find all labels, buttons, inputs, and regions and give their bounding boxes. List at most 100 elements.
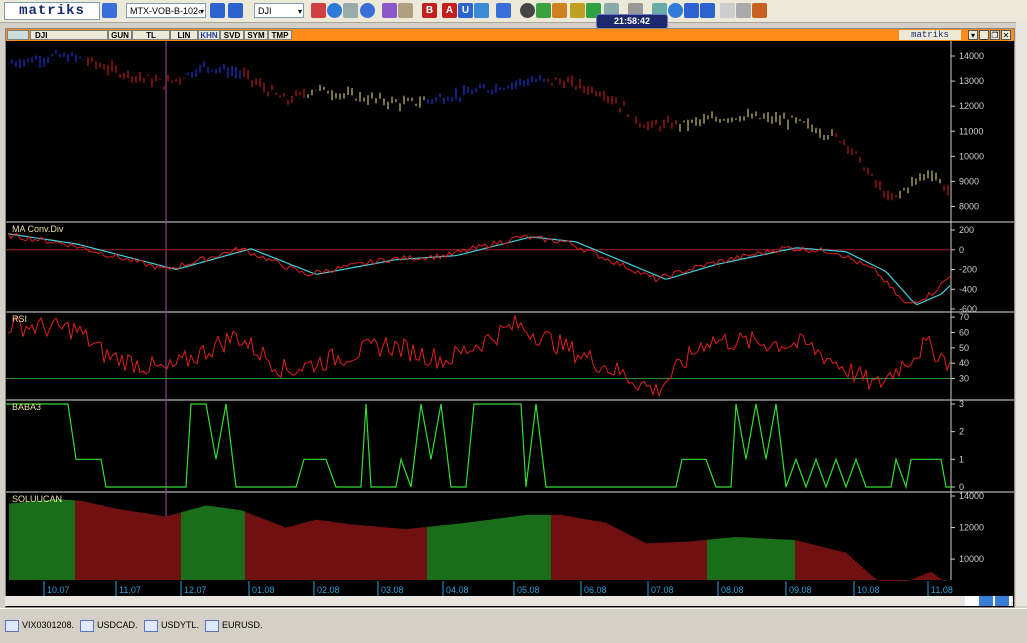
y-tick-label: 12000 [959, 101, 984, 111]
alarm-icon[interactable] [752, 3, 767, 18]
save-icon[interactable] [102, 3, 117, 18]
cascade-icon[interactable] [700, 3, 715, 18]
tab-tmp[interactable]: TMP [268, 30, 292, 40]
x-tick-label: 10.08 [857, 585, 880, 595]
x-tick-label: 04.08 [446, 585, 469, 595]
info-icon[interactable] [228, 3, 243, 18]
y-tick-label: 14000 [959, 491, 984, 501]
matriks-logo: matriks [4, 2, 100, 20]
y-tick-label: 10000 [959, 151, 984, 161]
person-icon[interactable] [536, 3, 551, 18]
tab-svd[interactable]: SVD [220, 30, 244, 40]
news-icon[interactable] [343, 3, 358, 18]
y-tick-label: 1 [959, 454, 964, 464]
bottom-tab-usdytl[interactable]: USDYTL. [144, 617, 199, 633]
x-tick-label: 11.07 [119, 585, 141, 595]
move-icon[interactable] [474, 3, 489, 18]
symbol-tab[interactable]: DJI [30, 30, 108, 40]
x-tick-label: 12.07 [184, 585, 207, 595]
y-tick-label: 2 [959, 427, 964, 437]
scroll-nav-buttons[interactable] [965, 596, 1011, 606]
eye-icon[interactable] [520, 3, 535, 18]
y-tick-label: 12000 [959, 523, 984, 533]
y-tick-label: 3 [959, 399, 964, 409]
tab-sym[interactable]: SYM [244, 30, 268, 40]
panel-label: RSI [12, 314, 27, 324]
chart-icon [144, 619, 158, 632]
y-tick-label: 13000 [959, 76, 984, 86]
chart-icon[interactable] [311, 3, 326, 18]
window-icon[interactable] [210, 3, 225, 18]
scroll-left-icon[interactable] [979, 596, 993, 606]
tab-khn[interactable]: KHN [198, 30, 220, 40]
restore-icon[interactable]: ❐ [990, 30, 1000, 40]
underline-icon[interactable]: U [458, 3, 473, 18]
bottom-tab-eurusd[interactable]: EURUSD. [205, 617, 263, 633]
print-preview-icon[interactable] [720, 3, 735, 18]
print-icon[interactable] [736, 3, 751, 18]
gift-icon[interactable] [552, 3, 567, 18]
x-tick-label: 01.08 [252, 585, 275, 595]
y-tick-label: -400 [959, 284, 977, 294]
bottom-tab-vix[interactable]: VIX0301208. [5, 617, 74, 633]
y-tick-label: 200 [959, 225, 974, 235]
bottom-tab-label: VIX0301208. [22, 620, 75, 630]
x-tick-label: 09.08 [789, 585, 812, 595]
x-tick-label: 02.08 [317, 585, 340, 595]
y-tick-label: 50 [959, 343, 969, 353]
y-tick-label: 60 [959, 327, 969, 337]
x-tick-label: 07.08 [651, 585, 674, 595]
chart-icon [205, 619, 219, 632]
refresh-icon[interactable] [668, 3, 683, 18]
horizontal-scrollbar[interactable] [5, 596, 1013, 606]
minimize-icon[interactable]: _ [979, 30, 989, 40]
x-tick-label: 03.08 [381, 585, 404, 595]
workspace-value: MTX-VOB-B-102‹ [130, 6, 202, 16]
symbol-value: DJI [258, 6, 272, 16]
text-a-icon[interactable]: A [442, 3, 457, 18]
bottom-tab-usdcad[interactable]: USDCAD. [80, 617, 138, 633]
chart-icon [80, 619, 94, 632]
brand-label: matriks [899, 30, 961, 40]
tab-tl[interactable]: TL [132, 30, 170, 40]
x-tick-label: 06.08 [584, 585, 607, 595]
grid-icon[interactable] [496, 3, 511, 18]
chart-window: DJI GUN TL LIN KHN SVD SYM TMP matriks ▾… [5, 28, 1015, 608]
baba3-line [6, 403, 951, 490]
panel-label: MA Conv.Div [12, 224, 64, 234]
y-tick-label: 10000 [959, 554, 984, 564]
chevron-down-icon: ▾ [297, 7, 302, 16]
y-tick-label: 9000 [959, 176, 979, 186]
y-tick-label: 8000 [959, 201, 979, 211]
y-tick-label: 11000 [959, 126, 983, 136]
drawing-icon[interactable] [398, 3, 413, 18]
close-icon[interactable]: ✕ [1001, 30, 1011, 40]
tab-gun[interactable]: GUN [108, 30, 132, 40]
scroll-right-icon[interactable] [995, 596, 1009, 606]
chart-canvas[interactable]: 14000 13000 12000 11000 10000 9000 8000 200 0 -20… [6, 41, 1014, 607]
y-tick-label: 30 [959, 374, 969, 384]
x-tick-label: 11.08 [931, 585, 953, 595]
x-tick-label: 08.08 [721, 585, 744, 595]
chart-type-icon[interactable] [7, 30, 29, 40]
analysis-icon[interactable] [382, 3, 397, 18]
bold-icon[interactable]: B [422, 3, 437, 18]
workspace-select[interactable]: MTX-VOB-B-102‹ ▾ [126, 3, 206, 18]
chart-tab-bar: DJI GUN TL LIN KHN SVD SYM TMP matriks ▾… [6, 29, 1014, 41]
tab-lin[interactable]: LIN [170, 30, 198, 40]
y-tick-label: 40 [959, 358, 969, 368]
y-tick-label: 70 [959, 312, 969, 322]
vertical-scrollbar[interactable] [1016, 22, 1027, 606]
symbol-select[interactable]: DJI ▾ [254, 3, 304, 18]
tile-icon[interactable] [684, 3, 699, 18]
globe-icon[interactable] [327, 3, 342, 18]
bell-icon[interactable] [570, 3, 585, 18]
bottom-tab-label: USDCAD. [97, 620, 138, 630]
clock-icon[interactable] [360, 3, 375, 18]
y-tick-label: 14000 [959, 51, 984, 61]
y-tick-label: 0 [959, 245, 964, 255]
main-toolbar: matriks MTX-VOB-B-102‹ ▾ DJI ▾ B A U 21:58… [0, 0, 1027, 29]
chevron-down-icon: ▾ [199, 7, 204, 16]
panel-label: BABA3 [12, 402, 41, 412]
menu-arrow-icon[interactable]: ▾ [968, 30, 978, 40]
